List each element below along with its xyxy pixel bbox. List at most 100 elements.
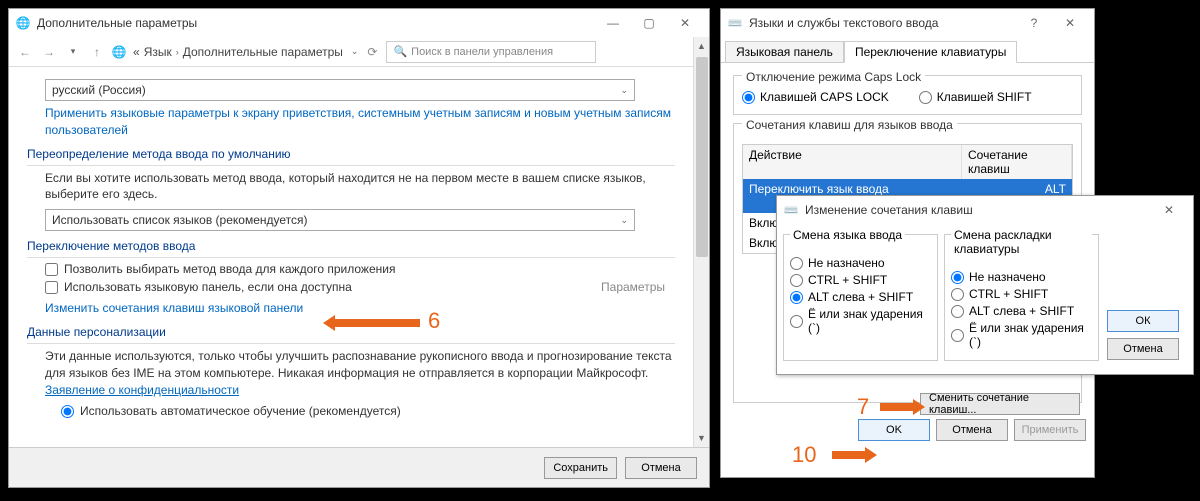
- history-dropdown[interactable]: ▾: [63, 46, 83, 57]
- radio-capslock-label: Клавишей CAPS LOCK: [760, 90, 889, 104]
- change-hotkeys-link[interactable]: Изменить сочетания клавиш языковой панел…: [45, 301, 303, 315]
- radio-capslock-input[interactable]: [742, 91, 755, 104]
- up-button[interactable]: ↑: [87, 45, 107, 59]
- annotation-number-7: 7: [857, 394, 869, 420]
- nav-row: ← → ▾ ↑ 🌐 « Язык › Дополнительные параме…: [9, 37, 709, 67]
- cancel-button[interactable]: Отмена: [1107, 338, 1179, 360]
- radio-none[interactable]: Не назначено: [790, 256, 931, 270]
- checkbox-per-app[interactable]: Позволить выбирать метод ввода для каждо…: [45, 262, 675, 276]
- maximize-button[interactable]: ▢: [631, 11, 667, 35]
- radio-shift[interactable]: Клавишей SHIFT: [919, 90, 1032, 104]
- radio-grave-input[interactable]: [790, 315, 803, 328]
- tab-language-bar[interactable]: Языковая панель: [725, 41, 844, 63]
- radio-none-input[interactable]: [790, 257, 803, 270]
- radio-alt-shift-2[interactable]: ALT слева + SHIFT: [951, 304, 1092, 318]
- cancel-button[interactable]: Отмена: [936, 419, 1008, 441]
- change-hotkey-button[interactable]: Сменить сочетание клавиш...: [920, 393, 1080, 415]
- back-button[interactable]: ←: [15, 45, 35, 59]
- radio-ctrl-shift-2-label: CTRL + SHIFT: [969, 287, 1048, 301]
- radio-ctrl-shift-2[interactable]: CTRL + SHIFT: [951, 287, 1092, 301]
- search-placeholder: Поиск в панели управления: [411, 46, 553, 58]
- radio-none-2-input[interactable]: [951, 271, 964, 284]
- radio-alt-shift-label: ALT слева + SHIFT: [808, 290, 913, 304]
- radio-grave-2-label: Ё или знак ударения (`): [969, 321, 1092, 349]
- close-button[interactable]: ✕: [667, 11, 703, 35]
- window-title: Изменение сочетания клавиш: [805, 203, 973, 217]
- display-language-value: русский (Россия): [52, 83, 146, 97]
- annotation-number-10: 10: [792, 442, 816, 468]
- radio-ctrl-shift-input[interactable]: [790, 274, 803, 287]
- scroll-thumb[interactable]: [696, 57, 708, 257]
- save-button[interactable]: Сохранить: [544, 457, 617, 479]
- radio-grave[interactable]: Ё или знак ударения (`): [790, 307, 931, 335]
- radio-alt-shift[interactable]: ALT слева + SHIFT: [790, 290, 931, 304]
- scroll-up[interactable]: ▲: [694, 37, 709, 55]
- group-title: Смена языка ввода: [790, 228, 905, 242]
- radio-capslock[interactable]: Клавишей CAPS LOCK: [742, 90, 889, 104]
- radio-auto-learn-input[interactable]: [61, 405, 74, 418]
- scrollbar[interactable]: ▲ ▼: [693, 37, 709, 447]
- personalization-desc: Эти данные используются, только чтобы ул…: [45, 348, 675, 398]
- search-input[interactable]: 🔍 Поиск в панели управления: [386, 41, 596, 63]
- radio-alt-shift-input[interactable]: [790, 291, 803, 304]
- radio-shift-input[interactable]: [919, 91, 932, 104]
- input-override-desc: Если вы хотите использовать метод ввода,…: [45, 170, 675, 204]
- close-button[interactable]: ✕: [1151, 198, 1187, 222]
- radio-auto-learn-label: Использовать автоматическое обучение (ре…: [80, 404, 401, 418]
- radio-auto-learn[interactable]: Использовать автоматическое обучение (ре…: [61, 404, 675, 418]
- bottom-bar: OK Отмена Применить: [721, 411, 1094, 449]
- titlebar: ⌨️ Языки и службы текстового ввода ? ✕: [721, 9, 1094, 37]
- address-dropdown[interactable]: ⌄: [351, 46, 359, 57]
- input-method-value: Использовать список языков (рекомендуетс…: [52, 213, 308, 227]
- breadcrumb-lang[interactable]: Язык: [144, 45, 172, 59]
- scroll-down[interactable]: ▼: [694, 429, 709, 447]
- close-button[interactable]: ✕: [1052, 11, 1088, 35]
- refresh-button[interactable]: ⟳: [362, 45, 382, 59]
- window-icon: ⌨️: [727, 15, 743, 31]
- capslock-group: Отключение режима Caps Lock Клавишей CAP…: [733, 75, 1082, 115]
- radio-none-label: Не назначено: [808, 256, 885, 270]
- table-header: Действие Сочетание клавиш: [743, 145, 1072, 179]
- checkbox-per-app-input[interactable]: [45, 263, 58, 276]
- display-language-dropdown[interactable]: русский (Россия) ⌄: [45, 79, 635, 101]
- ok-button[interactable]: OK: [858, 419, 930, 441]
- breadcrumb-root[interactable]: «: [133, 45, 140, 59]
- checkbox-per-app-label: Позволить выбирать метод ввода для каждо…: [64, 262, 395, 276]
- privacy-link[interactable]: Заявление о конфиденциальности: [45, 383, 239, 397]
- section-input-override: Переопределение метода ввода по умолчани…: [27, 147, 675, 161]
- chevron-icon: ›: [176, 47, 179, 57]
- cancel-button[interactable]: Отмена: [625, 457, 697, 479]
- minimize-button[interactable]: —: [595, 11, 631, 35]
- titlebar: 🌐 Дополнительные параметры — ▢ ✕: [9, 9, 709, 37]
- radio-grave-label: Ё или знак ударения (`): [808, 307, 931, 335]
- search-icon: 🔍: [393, 45, 407, 58]
- breadcrumb-advanced[interactable]: Дополнительные параметры: [183, 45, 343, 59]
- apply-button[interactable]: Применить: [1014, 419, 1086, 441]
- radio-ctrl-shift[interactable]: CTRL + SHIFT: [790, 273, 931, 287]
- radio-ctrl-shift-label: CTRL + SHIFT: [808, 273, 887, 287]
- input-method-dropdown[interactable]: Использовать список языков (рекомендуетс…: [45, 209, 635, 231]
- titlebar: ⌨️ Изменение сочетания клавиш ✕: [777, 196, 1193, 224]
- capslock-group-title: Отключение режима Caps Lock: [742, 70, 925, 84]
- divider: [27, 343, 675, 344]
- apply-to-welcome-link[interactable]: Применить языковые параметры к экрану пр…: [45, 106, 671, 137]
- chevron-down-icon: ⌄: [620, 215, 628, 226]
- keyboard-layout-group: Смена раскладки клавиатуры Не назначено …: [944, 234, 1099, 361]
- help-button[interactable]: ?: [1016, 11, 1052, 35]
- col-action: Действие: [743, 145, 962, 179]
- ok-button[interactable]: ОК: [1107, 310, 1179, 332]
- radio-grave-2-input[interactable]: [951, 329, 964, 342]
- forward-button[interactable]: →: [39, 45, 59, 59]
- radio-alt-shift-2-input[interactable]: [951, 305, 964, 318]
- radio-grave-2[interactable]: Ё или знак ударения (`): [951, 321, 1092, 349]
- window-icon: ⌨️: [783, 202, 799, 218]
- radio-alt-shift-2-label: ALT слева + SHIFT: [969, 304, 1074, 318]
- radio-none-2[interactable]: Не назначено: [951, 270, 1092, 284]
- checkbox-langbar[interactable]: Использовать языковую панель, если она д…: [45, 280, 675, 294]
- tab-keyboard-switching[interactable]: Переключение клавиатуры: [844, 41, 1017, 63]
- annotation-number-6: 6: [428, 308, 440, 334]
- divider: [27, 165, 675, 166]
- langbar-options-link[interactable]: Параметры: [601, 280, 665, 294]
- checkbox-langbar-input[interactable]: [45, 281, 58, 294]
- radio-ctrl-shift-2-input[interactable]: [951, 288, 964, 301]
